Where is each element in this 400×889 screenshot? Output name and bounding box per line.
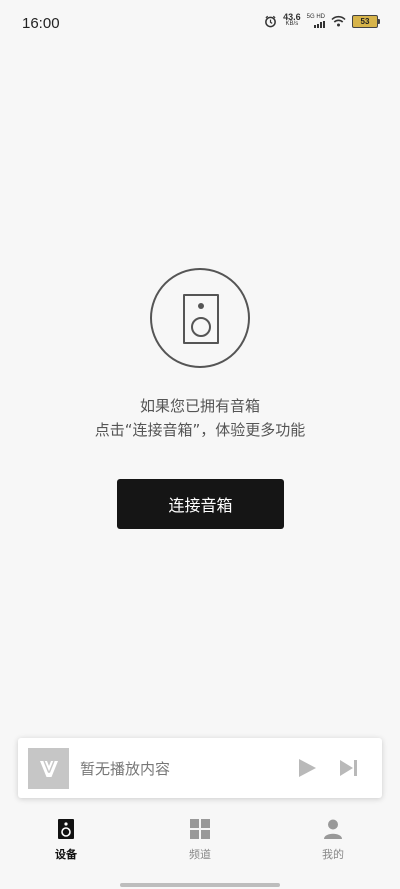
- speaker-icon: [150, 268, 250, 368]
- tab-label: 设备: [55, 848, 77, 861]
- connect-speaker-button[interactable]: 连接音箱: [117, 479, 284, 529]
- person-icon: [324, 819, 342, 839]
- empty-message-line2: 点击“连接音箱”，体验更多功能: [94, 421, 306, 439]
- speaker-tab-icon: [58, 819, 74, 839]
- net-speed-value: 43.6: [283, 12, 301, 22]
- status-icons: 43.6 KB/s 5G HD 53: [264, 12, 380, 28]
- battery-icon: 53: [352, 14, 380, 28]
- net-speed-unit: KB/s: [285, 21, 299, 27]
- wifi-icon: [331, 15, 346, 27]
- tab-label: 我的: [322, 848, 344, 861]
- cover-placeholder-icon: [28, 748, 69, 789]
- empty-message-line1: 如果您已拥有音箱: [139, 397, 260, 415]
- home-indicator[interactable]: [120, 883, 280, 887]
- network-speed: 43.6 KB/s: [283, 12, 301, 28]
- grid-icon: [190, 819, 210, 839]
- mini-player[interactable]: 暂无播放内容: [18, 738, 382, 798]
- skip-next-icon[interactable]: [338, 757, 360, 779]
- tab-channels[interactable]: 频道: [150, 818, 250, 868]
- signal-icon: 5G HD: [307, 14, 325, 28]
- tab-mine[interactable]: 我的: [283, 818, 383, 868]
- tab-devices[interactable]: 设备: [16, 818, 116, 868]
- network-type: 5G HD: [306, 14, 325, 20]
- alarm-icon: [265, 15, 277, 27]
- tab-label: 频道: [189, 848, 211, 861]
- play-icon[interactable]: [296, 757, 318, 779]
- status-bar: 16:00 43.6 KB/s 5G HD 53: [0, 0, 400, 48]
- battery-level: 53: [360, 16, 370, 26]
- status-time: 16:00: [22, 15, 60, 32]
- player-title: 暂无播放内容: [80, 760, 171, 778]
- bottom-tab-bar: 设备 频道 我的: [0, 812, 400, 889]
